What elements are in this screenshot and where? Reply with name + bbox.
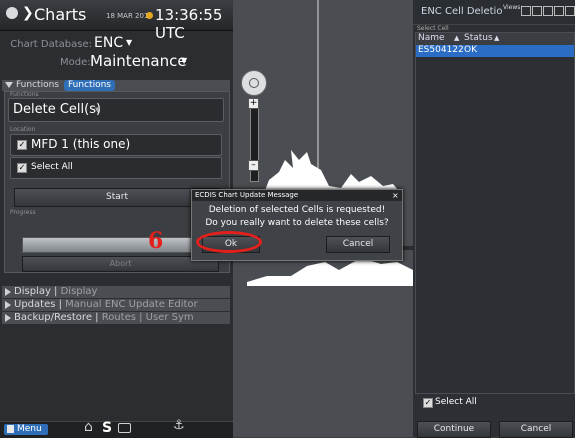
view-toggle-icon[interactable] bbox=[565, 6, 575, 16]
window-control-icon[interactable] bbox=[6, 7, 18, 19]
section-display-sub: Display bbox=[60, 286, 98, 297]
expand-triangle-icon bbox=[5, 301, 11, 309]
collapse-triangle-icon bbox=[5, 82, 13, 88]
function-select-value: Delete Cell(s) bbox=[13, 102, 102, 117]
right-select-all-label: Select All bbox=[435, 397, 477, 407]
functions-section-label: Functions bbox=[16, 80, 59, 90]
col-name[interactable]: Name bbox=[418, 33, 445, 43]
expand-triangle-icon bbox=[5, 314, 11, 322]
sort-asc-icon: ▲ bbox=[494, 34, 500, 42]
right-select-all-checkbox[interactable]: ✓ bbox=[423, 398, 433, 408]
dialog-titlebar: ECDIS Chart Update Message × bbox=[192, 190, 402, 201]
dialog-cancel-button[interactable]: Cancel bbox=[326, 236, 390, 253]
dialog-message-line2: Do you really want to delete these cells… bbox=[205, 218, 389, 228]
continue-button[interactable]: Continue bbox=[417, 421, 491, 438]
view-toggle-icon[interactable] bbox=[532, 6, 542, 16]
progress-bar bbox=[22, 237, 219, 253]
highlight-ellipse bbox=[196, 231, 262, 253]
select-all-row[interactable]: ✓ Select All bbox=[10, 157, 222, 179]
expand-triangle-icon bbox=[5, 288, 11, 296]
row-name: ES504122 bbox=[418, 45, 464, 55]
tab-functions[interactable]: Functions bbox=[64, 80, 115, 91]
view-toggle-icon[interactable] bbox=[543, 6, 553, 16]
section-updates-label: Updates bbox=[14, 299, 56, 310]
row-status: OK bbox=[464, 45, 477, 55]
view-toggle-icon[interactable] bbox=[554, 6, 564, 16]
zoom-in-icon[interactable]: + bbox=[248, 98, 259, 109]
table-row[interactable]: ES504122 OK bbox=[416, 45, 574, 57]
dialog-title: ECDIS Chart Update Message bbox=[195, 191, 299, 199]
function-dropdown-icon: ▼ bbox=[95, 106, 101, 114]
enc-cell-deletion-panel: ENC Cell Deletio Views: Select Cell Name… bbox=[413, 0, 575, 438]
location-value: MFD 1 (this one) bbox=[31, 137, 131, 151]
menu-icon bbox=[7, 425, 14, 433]
select-all-label: Select All bbox=[31, 162, 73, 172]
status-dot-icon bbox=[146, 12, 153, 19]
home-icon[interactable]: ⌂ bbox=[84, 419, 93, 435]
progress-label: Progress bbox=[10, 209, 36, 216]
back-arrow-icon[interactable]: ❯ bbox=[22, 5, 34, 21]
separator: | bbox=[50, 286, 61, 297]
start-button[interactable]: Start bbox=[14, 188, 220, 207]
pan-control[interactable] bbox=[241, 70, 267, 96]
location-label: Location bbox=[10, 126, 36, 133]
section-backup-sub: Routes | User Sym bbox=[101, 312, 194, 323]
section-updates-sub: Manual ENC Update Editor bbox=[65, 299, 198, 310]
continue-button-label: Continue bbox=[433, 424, 475, 434]
step-number-annotation: 6 bbox=[148, 228, 164, 254]
views-label: Views: bbox=[503, 4, 523, 11]
section-backup[interactable]: Backup/Restore | Routes | User Sym bbox=[2, 312, 230, 324]
zoom-out-icon[interactable]: – bbox=[248, 160, 259, 171]
s-mode-label[interactable]: S bbox=[102, 420, 112, 436]
col-status[interactable]: Status bbox=[464, 33, 493, 43]
select-all-checkbox[interactable]: ✓ bbox=[17, 163, 27, 173]
dialog-close-icon[interactable]: × bbox=[392, 190, 399, 201]
chart-database-label: Chart Database: bbox=[10, 39, 92, 50]
mode-label: Mode: bbox=[60, 57, 91, 68]
panel-title: ENC Cell Deletio bbox=[421, 6, 503, 17]
chart-database-dropdown-icon[interactable]: ▼ bbox=[126, 38, 132, 47]
dialog-cancel-button-label: Cancel bbox=[342, 239, 374, 249]
section-backup-label: Backup/Restore bbox=[14, 312, 92, 323]
chart-database-value[interactable]: ENC bbox=[94, 35, 123, 51]
section-display-label: Display bbox=[14, 286, 51, 297]
separator: | bbox=[91, 312, 102, 323]
title-bar: ❯ Charts 18 MAR 2015 13:36:55 UTC bbox=[0, 0, 233, 42]
mode-value[interactable]: Maintenance bbox=[90, 52, 187, 70]
cell-table: Name ▲ Status ▲ ES504122 OK bbox=[415, 32, 575, 394]
sort-asc-icon: ▲ bbox=[454, 34, 460, 42]
abort-button[interactable]: Abort bbox=[22, 256, 219, 272]
separator: | bbox=[55, 299, 66, 310]
clock-time: 13:36:55 UTC bbox=[155, 6, 223, 42]
app-title: Charts bbox=[34, 5, 87, 24]
right-cancel-button[interactable]: Cancel bbox=[499, 421, 573, 438]
camera-icon[interactable] bbox=[118, 423, 131, 433]
location-checkbox[interactable]: ✓ bbox=[17, 140, 27, 150]
function-select[interactable]: Delete Cell(s) ▼ bbox=[8, 98, 224, 122]
select-cell-label: Select Cell bbox=[417, 25, 449, 32]
section-display[interactable]: Display | Display bbox=[2, 286, 230, 298]
view-toggle-icon[interactable] bbox=[521, 6, 531, 16]
right-cancel-button-label: Cancel bbox=[520, 424, 552, 434]
functions-section-header[interactable]: Functions Functions bbox=[2, 80, 230, 91]
section-updates[interactable]: Updates | Manual ENC Update Editor bbox=[2, 299, 230, 311]
menu-button[interactable]: Menu bbox=[4, 424, 48, 435]
mode-dropdown-icon[interactable]: ▼ bbox=[181, 56, 187, 65]
right-titlebar: ENC Cell Deletio Views: bbox=[413, 0, 575, 25]
table-header: Name ▲ Status ▲ bbox=[416, 33, 574, 45]
location-select[interactable]: ✓ MFD 1 (this one) bbox=[10, 134, 222, 156]
pan-center-icon bbox=[249, 78, 259, 88]
dialog-message-line1: Deletion of selected Cells is requested! bbox=[208, 205, 386, 215]
functions-sub-label: Functions bbox=[10, 91, 39, 98]
abort-button-label: Abort bbox=[109, 259, 132, 268]
menu-label: Menu bbox=[17, 424, 42, 434]
anchor-icon[interactable]: ⚓ bbox=[173, 418, 185, 433]
start-button-label: Start bbox=[106, 192, 128, 202]
